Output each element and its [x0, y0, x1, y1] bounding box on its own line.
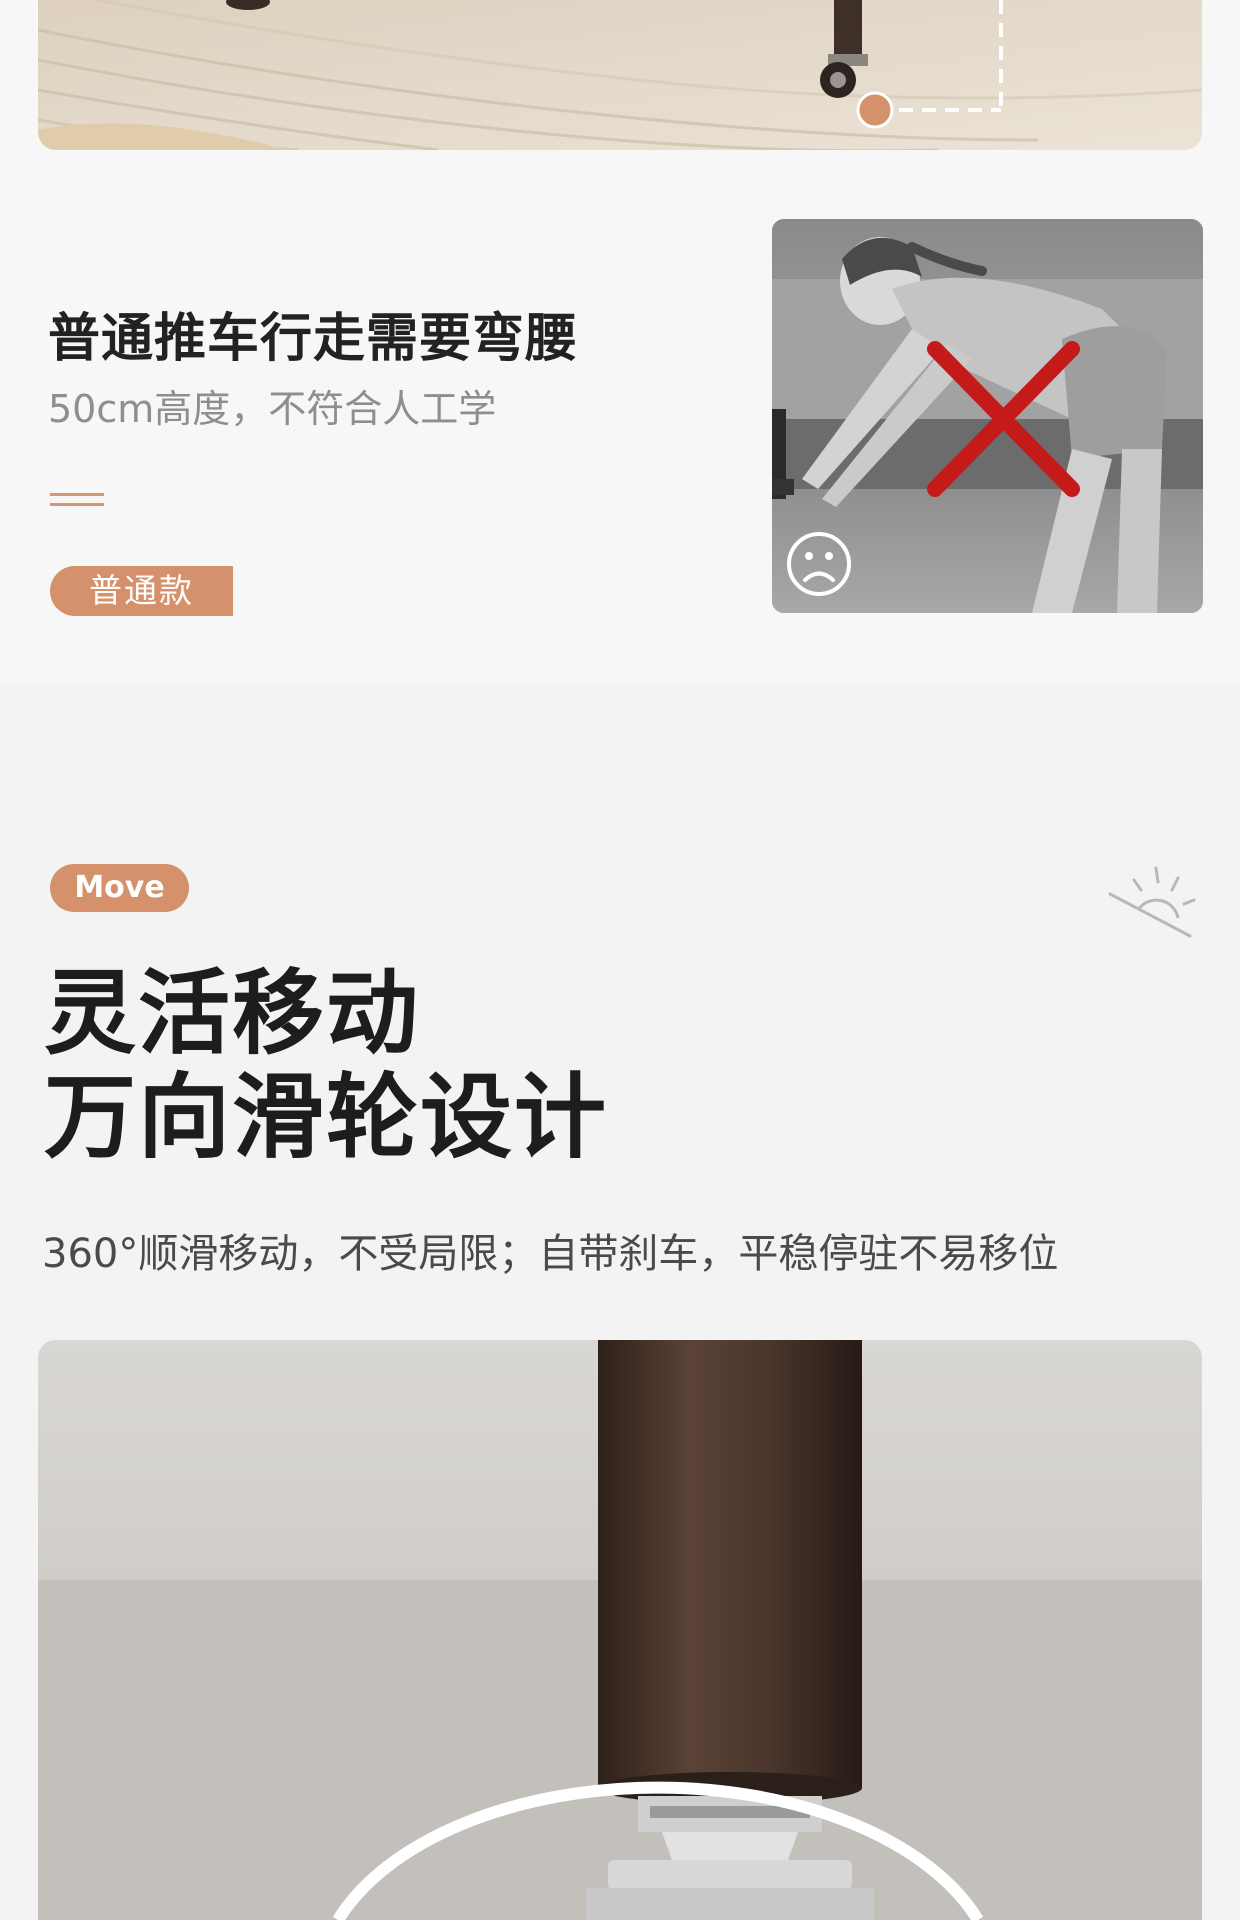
comparison-section: 普通推车行走需要弯腰 50cm高度，不符合人工学 普通款	[0, 150, 1240, 685]
comparison-title: 普通推车行走需要弯腰	[48, 309, 579, 369]
move-title: 灵活移动 万向滑轮设计	[44, 962, 608, 1170]
caster-wheel-photo	[38, 1340, 1202, 1920]
caster-wheel-illustration	[38, 1340, 1202, 1920]
cart-wheel-illustration	[38, 0, 1202, 150]
cart-wheel-photo	[38, 0, 1202, 150]
bending-person-illustration	[772, 219, 1203, 613]
move-title-line2: 万向滑轮设计	[44, 1064, 609, 1171]
bending-person-photo	[772, 219, 1203, 613]
move-title-line1: 灵活移动	[44, 960, 421, 1067]
normal-model-tag: 普通款	[50, 566, 233, 616]
comparison-subtitle: 50cm高度，不符合人工学	[48, 387, 497, 431]
divider-lines	[50, 493, 104, 507]
move-tag: Move	[50, 864, 189, 912]
sun-horizon-icon	[1108, 866, 1196, 938]
move-description: 360°顺滑移动，不受局限；自带刹车，平稳停驻不易移位	[42, 1231, 1059, 1277]
